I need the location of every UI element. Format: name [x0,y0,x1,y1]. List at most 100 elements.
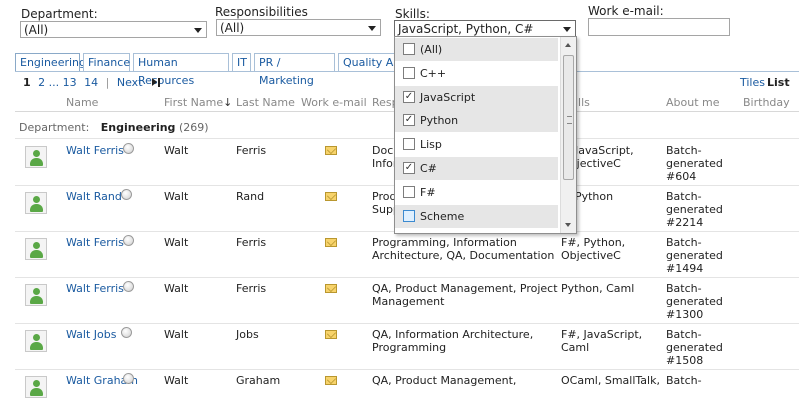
view-list-link[interactable]: List [767,76,790,89]
skill-option-label: (All) [420,43,443,56]
department-select-value: (All) [24,23,49,37]
presence-status-icon[interactable] [123,143,134,154]
skill-option[interactable]: F# [395,181,558,204]
presence-status-icon[interactable] [121,189,132,200]
person-name-link[interactable]: Walt Rand [66,190,122,203]
chevron-down-icon [194,28,202,33]
about-cell: Batch- [666,374,702,387]
skills-select[interactable]: JavaScript, Python, C# [394,20,576,37]
avatar[interactable] [25,192,47,214]
presence-status-icon[interactable] [123,373,134,384]
email-icon[interactable] [325,238,337,247]
col-header-name[interactable]: Name [66,96,98,109]
page-link-14[interactable]: 14 [84,76,98,89]
person-body-icon [30,250,43,258]
list-label: List [767,76,790,89]
page-ellipsis[interactable]: ... [49,76,60,89]
skill-option[interactable]: ✓ C# [395,157,558,180]
col-header-last-name[interactable]: Last Name [236,96,295,109]
tab-label: Engineering [20,56,86,69]
responsibilities-select[interactable]: (All) [216,19,381,36]
skill-option[interactable]: Scheme [395,204,558,228]
email-icon[interactable] [325,284,337,293]
next-page-link[interactable]: Next [117,76,143,89]
tab-it[interactable]: IT [232,53,251,72]
skills-cell: F#, JavaScript, [561,328,643,341]
person-body-icon [30,388,43,396]
presence-status-icon[interactable] [123,281,134,292]
scroll-down-icon[interactable] [565,223,571,227]
about-cell: #1494 [666,262,704,275]
last-name-cell: Jobs [236,328,259,341]
tab-finance[interactable]: Finance [83,53,130,72]
sort-descending-icon: ↓ [223,96,233,109]
first-name-cell: Walt [164,144,189,157]
presence-status-icon[interactable] [123,235,134,246]
person-name-link[interactable]: Walt Ferris [66,144,124,157]
person-name-link[interactable]: Walt Jobs [66,328,116,341]
email-icon[interactable] [325,192,337,201]
avatar[interactable] [25,376,47,398]
responsibilities-select-value: (All) [220,21,245,35]
last-name-cell: Graham [236,374,281,387]
email-icon[interactable] [325,376,337,385]
tab-pr-marketing[interactable]: PR / Marketing [254,53,335,87]
tab-engineering[interactable]: Engineering [15,53,86,72]
col-header-birthday[interactable]: Birthday [743,96,790,109]
department-select[interactable]: (All) [20,21,207,38]
scrollbar-thumb[interactable] [563,55,574,180]
skill-option-label: C++ [420,66,447,80]
skill-option[interactable]: (All) [395,38,558,61]
last-name-cell: Ferris [236,282,267,295]
checkbox-icon[interactable] [403,66,415,79]
first-name-cell: Walt [164,190,189,203]
scroll-up-icon[interactable] [565,43,571,47]
skills-cell: F#, Python, [561,236,626,249]
email-icon[interactable] [325,330,337,339]
skill-option[interactable]: Lisp [395,133,558,156]
skill-option[interactable]: C++ [395,62,558,85]
presence-status-icon[interactable] [121,327,132,338]
first-name-header-label: First Name [164,96,224,109]
checkbox-icon[interactable] [403,43,415,55]
avatar[interactable] [25,284,47,306]
col-header-work-email[interactable]: Work e-mail [301,96,367,109]
person-icon [33,334,40,341]
col-header-first-name[interactable]: First Name↓ [164,96,232,109]
checkbox-icon[interactable] [403,209,415,222]
avatar[interactable] [25,146,47,168]
skill-option[interactable]: ✓ Python [395,109,558,133]
view-tiles-link[interactable]: Tiles [740,76,765,89]
responsibilities-cell: Programming, Information [372,236,517,249]
last-name-cell: Ferris [236,236,267,249]
checkbox-checked-icon[interactable]: ✓ [403,90,415,103]
avatar[interactable] [25,330,47,352]
skill-option[interactable]: ✓ JavaScript [395,85,558,109]
responsibilities-cell: QA, Product Management, [372,374,517,387]
skill-option-label: C# [420,162,437,175]
about-cell: Batch- [666,236,702,249]
about-cell: generated [666,203,723,216]
email-icon[interactable] [325,146,337,155]
work-email-input[interactable] [588,18,730,36]
page-link-13[interactable]: 13 [63,76,77,89]
page-link-2[interactable]: 2 [38,76,45,89]
tab-human-resources[interactable]: Human Resources [133,53,229,87]
person-icon [33,196,40,203]
person-name-link[interactable]: Walt Ferris [66,236,124,249]
checkbox-checked-icon[interactable]: ✓ [403,114,415,127]
about-cell: Batch- [666,328,702,341]
col-header-skills[interactable]: ills [575,96,590,109]
person-name-link[interactable]: Walt Ferris [66,282,124,295]
last-page-icon[interactable] [152,78,161,87]
checkbox-checked-icon[interactable]: ✓ [403,162,415,174]
avatar[interactable] [25,238,47,260]
checkbox-icon[interactable] [403,138,415,151]
person-body-icon [30,296,43,304]
row-divider [15,369,799,370]
checkbox-icon[interactable] [403,185,415,198]
col-header-about[interactable]: About me [666,96,720,109]
responsibilities-cell: Programming [372,341,447,354]
dropdown-scrollbar[interactable] [560,37,576,233]
row-divider [15,277,799,278]
